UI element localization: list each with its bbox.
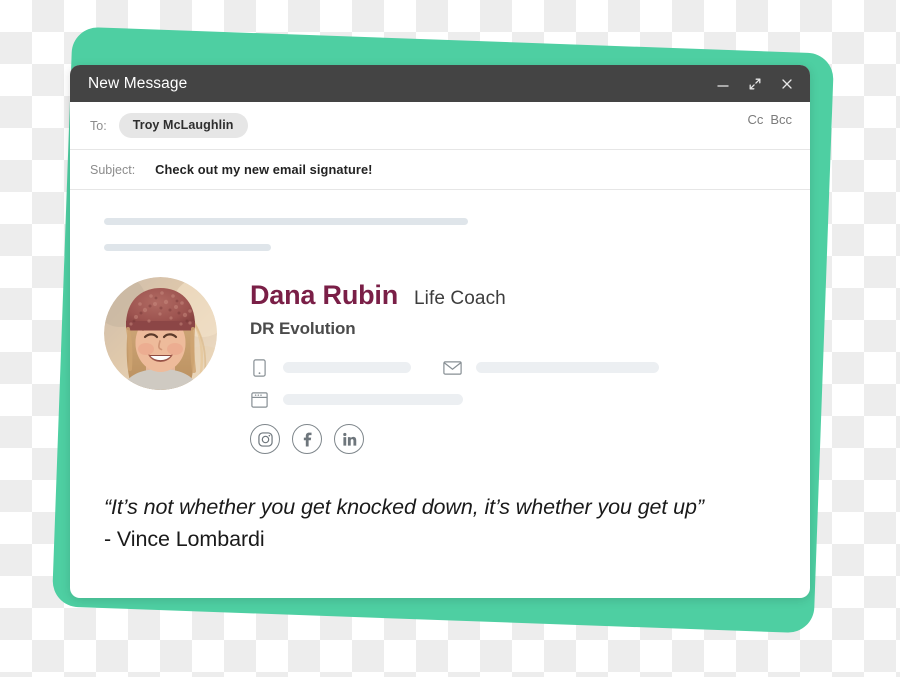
- email-signature: Dana Rubin Life Coach DR Evolution: [104, 277, 776, 454]
- phone-value-placeholder: [283, 362, 411, 373]
- cc-button[interactable]: Cc: [747, 112, 763, 127]
- quote-block: “It’s not whether you get knocked down, …: [104, 494, 776, 552]
- quote-author: - Vince Lombardi: [104, 526, 265, 551]
- close-icon[interactable]: [778, 75, 796, 93]
- signature-details: Dana Rubin Life Coach DR Evolution: [250, 277, 776, 454]
- signature-name: Dana Rubin: [250, 280, 399, 310]
- email-icon: [443, 358, 462, 377]
- facebook-icon[interactable]: [292, 424, 322, 454]
- website-icon: [250, 390, 269, 409]
- subject-label: Subject:: [90, 162, 136, 177]
- to-label: To:: [90, 118, 107, 133]
- signature-name-row: Dana Rubin Life Coach: [250, 282, 776, 310]
- subject-value[interactable]: Check out my new email signature!: [155, 162, 372, 177]
- linkedin-icon[interactable]: [334, 424, 364, 454]
- signature-company: DR Evolution: [250, 319, 356, 338]
- body-placeholder-line-2: [104, 244, 271, 251]
- recipient-chip[interactable]: Troy McLaughlin: [118, 113, 248, 138]
- contact-email: [443, 358, 659, 377]
- to-field-row[interactable]: To: Troy McLaughlin Cc Bcc: [70, 102, 810, 150]
- website-value-placeholder: [283, 394, 463, 405]
- new-message-window: New Message To: Troy McLaughlin Cc Bcc S…: [70, 65, 810, 598]
- minimize-icon[interactable]: [714, 75, 732, 93]
- contact-phone: [250, 358, 411, 377]
- social-links: [250, 424, 776, 454]
- message-body[interactable]: Dana Rubin Life Coach DR Evolution “It’s…: [70, 190, 810, 598]
- avatar-photo: [104, 277, 217, 390]
- body-placeholder-line-1: [104, 218, 468, 225]
- contact-website: [250, 390, 463, 409]
- bcc-button[interactable]: Bcc: [770, 112, 792, 127]
- contact-line-2: [250, 390, 776, 409]
- cc-bcc-group: Cc Bcc: [747, 112, 792, 127]
- window-controls: [714, 75, 796, 93]
- expand-icon[interactable]: [746, 75, 764, 93]
- phone-icon: [250, 358, 269, 377]
- instagram-icon[interactable]: [250, 424, 280, 454]
- avatar: [104, 277, 217, 390]
- window-title: New Message: [88, 74, 188, 92]
- window-titlebar: New Message: [70, 65, 810, 102]
- email-value-placeholder: [476, 362, 659, 373]
- quote-text: “It’s not whether you get knocked down, …: [104, 495, 704, 519]
- signature-contacts: [250, 358, 776, 409]
- subject-field-row[interactable]: Subject: Check out my new email signatur…: [70, 150, 810, 190]
- signature-role: Life Coach: [414, 288, 506, 309]
- contact-line-1: [250, 358, 776, 377]
